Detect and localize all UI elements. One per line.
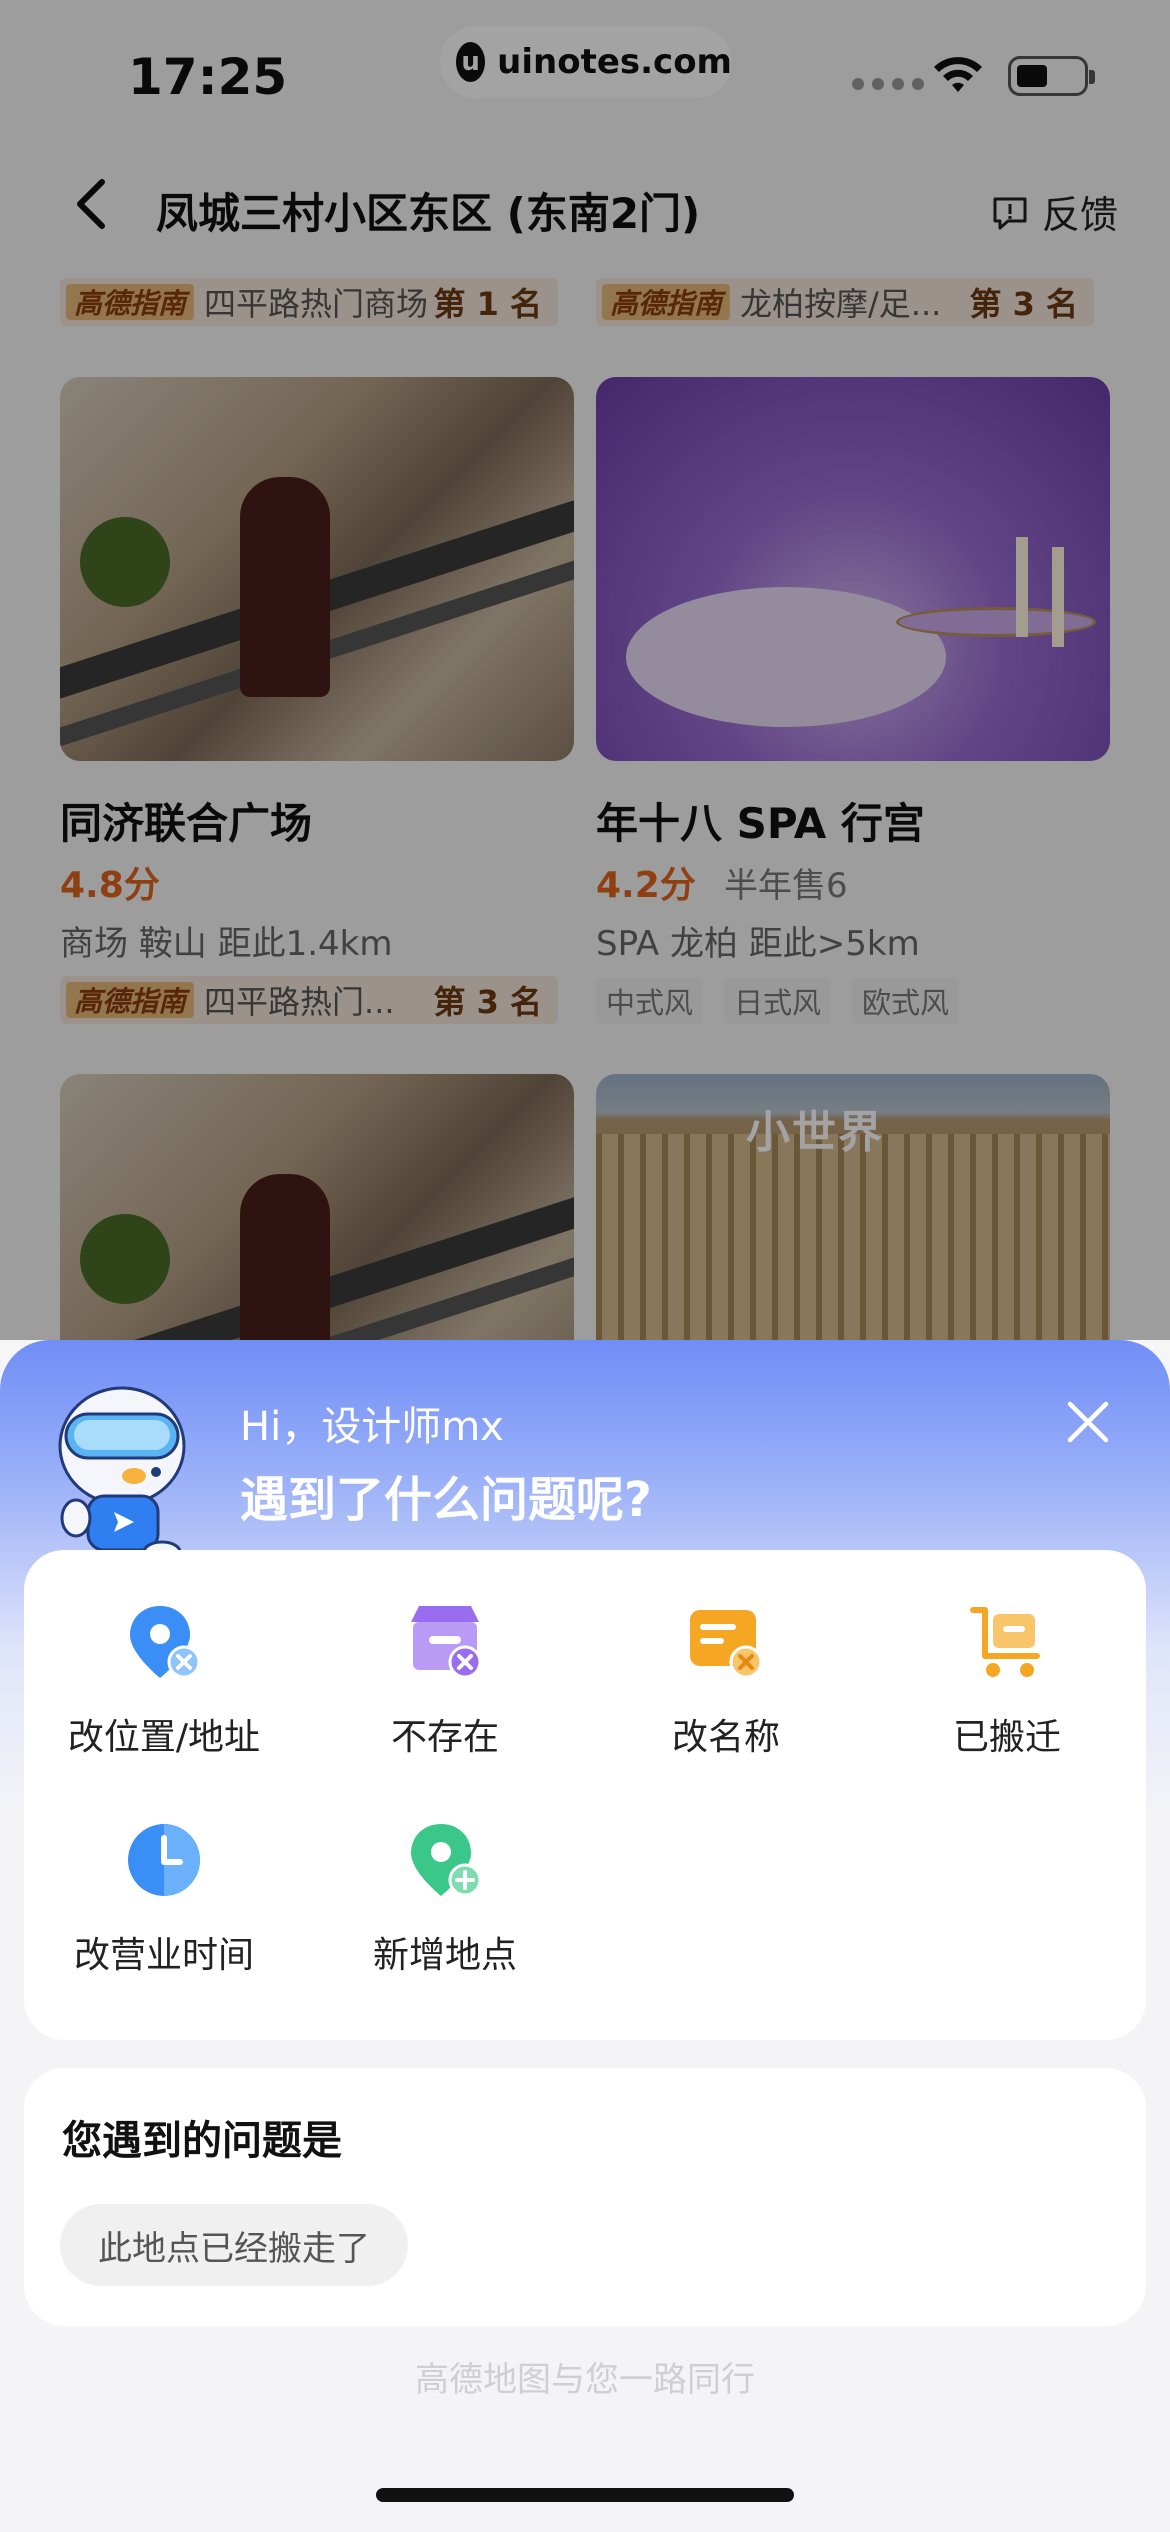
store-closed-icon	[411, 1606, 482, 1679]
close-icon[interactable]	[1062, 1396, 1114, 1448]
option-label: 新增地点	[372, 1935, 517, 1976]
problem-title: 您遇到的问题是	[62, 2118, 342, 2164]
option-moved[interactable]: 已搬迁	[867, 1600, 1147, 1760]
mascot-icon	[58, 1386, 186, 1564]
option-label: 已搬迁	[952, 1717, 1061, 1758]
rename-icon	[690, 1610, 763, 1679]
option-rename[interactable]: 改名称	[586, 1600, 866, 1760]
option-label: 改名称	[671, 1717, 780, 1758]
option-add-place[interactable]: 新增地点	[305, 1818, 585, 1978]
problem-chip[interactable]: 此地点已经搬走了	[60, 2204, 408, 2286]
home-indicator[interactable]	[376, 2488, 794, 2502]
option-change-location[interactable]: 改位置/地址	[24, 1600, 304, 1760]
option-label: 改位置/地址	[67, 1717, 261, 1758]
footer-slogan: 高德地图与您一路同行	[415, 2360, 755, 2400]
report-options: 改位置/地址 不存在 改名称 已搬迁 改营业时间 新增地点	[24, 1550, 1146, 2040]
option-label: 改营业时间	[73, 1935, 254, 1976]
modal-backdrop[interactable]	[0, 0, 1170, 1340]
greeting-text: Hi，设计师mx	[240, 1404, 504, 1450]
option-change-hours[interactable]: 改营业时间	[24, 1818, 304, 1978]
location-error-icon	[130, 1606, 201, 1679]
clock-icon	[128, 1824, 200, 1896]
moved-cart-icon	[970, 1607, 1040, 1677]
report-sheet: Hi，设计师mx 遇到了什么问题呢? 改位置/地址 不存在 改名称 已搬迁 改营…	[0, 1340, 1170, 2532]
problem-card: 您遇到的问题是 此地点已经搬走了	[24, 2068, 1146, 2326]
sheet-question: 遇到了什么问题呢?	[240, 1472, 652, 1528]
add-location-icon	[411, 1824, 482, 1897]
option-not-exist[interactable]: 不存在	[305, 1600, 585, 1760]
option-label: 不存在	[390, 1717, 499, 1758]
